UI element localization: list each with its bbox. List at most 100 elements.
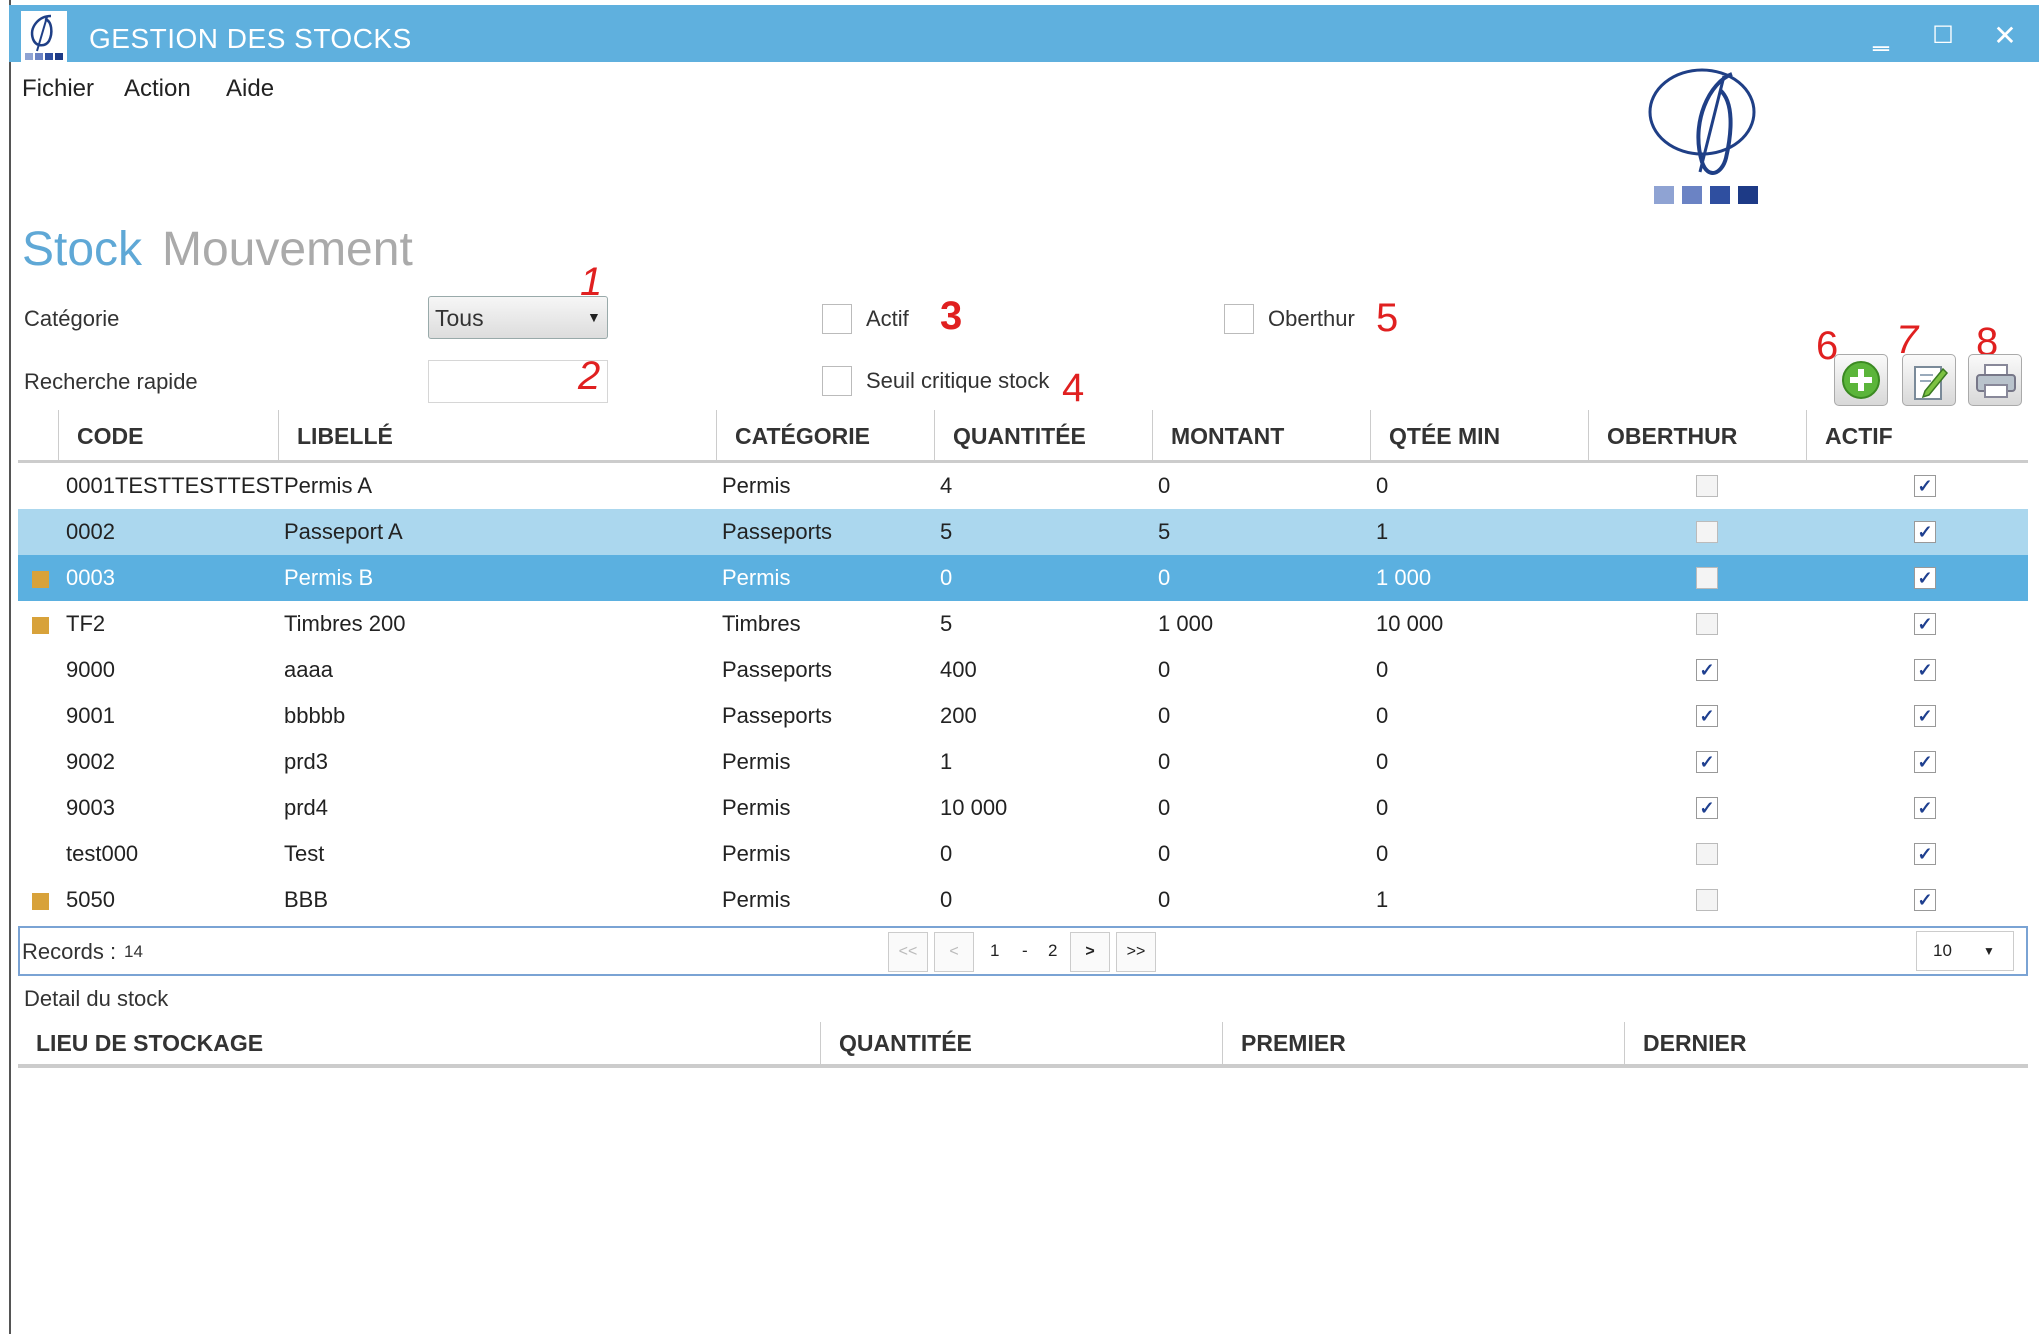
- oberthur-label: Oberthur: [1268, 306, 1355, 331]
- detail-col-premier[interactable]: PREMIER: [1222, 1022, 1624, 1064]
- oberthur-row-checkbox[interactable]: ✓: [1696, 659, 1718, 681]
- app-icon: [21, 11, 67, 63]
- cell-montant: 5: [1158, 519, 1171, 544]
- actif-row-checkbox[interactable]: ✓: [1914, 475, 1936, 497]
- detail-col-lieu[interactable]: LIEU DE STOCKAGE: [18, 1022, 820, 1064]
- oberthur-row-checkbox[interactable]: [1696, 889, 1718, 911]
- tab-mouvement[interactable]: Mouvement: [162, 222, 413, 277]
- row-status-marker: [32, 571, 49, 588]
- table-row[interactable]: test000 Test Permis 0 0 0 ✓: [18, 831, 2028, 877]
- cell-quantite: 400: [940, 657, 977, 682]
- cell-qtee-min: 0: [1376, 795, 1389, 820]
- actif-row-checkbox[interactable]: ✓: [1914, 659, 1936, 681]
- col-header-code[interactable]: CODE: [58, 410, 278, 460]
- cell-code: 9003: [66, 795, 115, 820]
- cell-categorie: Permis: [722, 795, 791, 820]
- table-row[interactable]: 9001 bbbbb Passeports 200 0 0 ✓ ✓: [18, 693, 2028, 739]
- annotation-5: 5: [1376, 296, 1399, 340]
- cell-code: 0002: [66, 519, 115, 544]
- menu-fichier[interactable]: Fichier: [22, 75, 94, 103]
- actif-row-checkbox[interactable]: ✓: [1914, 797, 1936, 819]
- actif-checkbox[interactable]: [822, 304, 852, 334]
- cell-quantite: 0: [940, 565, 953, 590]
- seuil-critique-checkbox[interactable]: [822, 366, 852, 396]
- oberthur-row-checkbox[interactable]: ✓: [1696, 797, 1718, 819]
- col-header-oberthur[interactable]: OBERTHUR: [1588, 410, 1806, 460]
- cell-montant: 0: [1158, 749, 1171, 774]
- pager-bar: Records : 14 << < 1 - 2 > >> 10 ▼: [18, 926, 2028, 976]
- col-header-actif[interactable]: ACTIF: [1806, 410, 2028, 460]
- page-size-value: 10: [1933, 941, 1952, 960]
- table-row[interactable]: 0002 Passeport A Passeports 5 5 1 ✓: [18, 509, 2028, 555]
- cell-quantite: 4: [940, 473, 953, 498]
- oberthur-checkbox[interactable]: [1224, 304, 1254, 334]
- cell-categorie: Permis: [722, 887, 791, 912]
- page-total[interactable]: 2: [1048, 941, 1057, 961]
- edit-button[interactable]: [1902, 354, 1956, 406]
- prev-page-button[interactable]: <: [934, 932, 974, 972]
- col-header-montant[interactable]: MONTANT: [1152, 410, 1370, 460]
- cell-qtee-min: 0: [1376, 473, 1389, 498]
- actif-row-checkbox[interactable]: ✓: [1914, 521, 1936, 543]
- oberthur-row-checkbox[interactable]: [1696, 613, 1718, 635]
- minimize-button[interactable]: ‗: [1861, 19, 1901, 53]
- tab-stock[interactable]: Stock: [22, 222, 142, 277]
- col-header-quantite[interactable]: QUANTITÉE: [934, 410, 1152, 460]
- cell-libelle: Test: [284, 841, 325, 866]
- cell-qtee-min: 0: [1376, 703, 1389, 728]
- first-page-button[interactable]: <<: [888, 932, 928, 972]
- col-header-categorie[interactable]: CATÉGORIE: [716, 410, 934, 460]
- cell-qtee-min: 1: [1376, 519, 1389, 544]
- col-header-libelle[interactable]: LIBELLÉ: [278, 410, 716, 460]
- cell-qtee-min: 1 000: [1376, 565, 1432, 590]
- annotation-2: 2: [578, 354, 601, 398]
- oberthur-row-checkbox[interactable]: [1696, 843, 1718, 865]
- table-row[interactable]: 9000 aaaa Passeports 400 0 0 ✓ ✓: [18, 647, 2028, 693]
- cell-qtee-min: 0: [1376, 749, 1389, 774]
- col-header-qtee-min[interactable]: QTÉE MIN: [1370, 410, 1588, 460]
- page-current[interactable]: 1: [990, 941, 999, 961]
- cell-code: test000: [66, 841, 139, 866]
- maximize-button[interactable]: ☐: [1923, 19, 1963, 53]
- table-row[interactable]: TF2 Timbres 200 Timbres 5 1 000 10 000 ✓: [18, 601, 2028, 647]
- cell-categorie: Timbres: [722, 611, 801, 636]
- detail-title: Detail du stock: [24, 986, 169, 1011]
- detail-col-quantite[interactable]: QUANTITÉE: [820, 1022, 1222, 1064]
- cell-code: 9002: [66, 749, 115, 774]
- cell-qtee-min: 0: [1376, 657, 1389, 682]
- actif-row-checkbox[interactable]: ✓: [1914, 705, 1936, 727]
- actif-row-checkbox[interactable]: ✓: [1914, 567, 1936, 589]
- table-row[interactable]: 0003 Permis B Permis 0 0 1 000 ✓: [18, 555, 2028, 601]
- cell-montant: 0: [1158, 841, 1171, 866]
- actif-row-checkbox[interactable]: ✓: [1914, 843, 1936, 865]
- oberthur-row-checkbox[interactable]: [1696, 475, 1718, 497]
- oberthur-row-checkbox[interactable]: ✓: [1696, 751, 1718, 773]
- close-button[interactable]: ✕: [1985, 19, 2025, 53]
- menu-aide[interactable]: Aide: [226, 75, 274, 103]
- print-button[interactable]: [1968, 354, 2022, 406]
- oberthur-row-checkbox[interactable]: ✓: [1696, 705, 1718, 727]
- table-row[interactable]: 0001TESTTESTTEST Permis A Permis 4 0 0 ✓: [18, 463, 2028, 509]
- minimize-icon: ‗: [1873, 20, 1889, 51]
- add-button[interactable]: [1834, 354, 1888, 406]
- oberthur-row-checkbox[interactable]: [1696, 567, 1718, 589]
- next-page-button[interactable]: >: [1070, 932, 1110, 972]
- page-size-select[interactable]: 10 ▼: [1916, 931, 2014, 971]
- menu-action[interactable]: Action: [124, 75, 191, 103]
- cell-quantite: 0: [940, 887, 953, 912]
- cell-categorie: Permis: [722, 841, 791, 866]
- print-icon: [1976, 364, 2016, 398]
- actif-row-checkbox[interactable]: ✓: [1914, 889, 1936, 911]
- table-row[interactable]: 9003 prd4 Permis 10 000 0 0 ✓ ✓: [18, 785, 2028, 831]
- cell-code: 9001: [66, 703, 115, 728]
- actif-row-checkbox[interactable]: ✓: [1914, 613, 1936, 635]
- last-page-button[interactable]: >>: [1116, 932, 1156, 972]
- table-row[interactable]: 5050 BBB Permis 0 0 1 ✓: [18, 877, 2028, 923]
- detail-col-dernier[interactable]: DERNIER: [1624, 1022, 2028, 1064]
- oberthur-row-checkbox[interactable]: [1696, 521, 1718, 543]
- actif-row-checkbox[interactable]: ✓: [1914, 751, 1936, 773]
- title-bar: GESTION DES STOCKS ‗ ☐ ✕: [9, 5, 2039, 63]
- recherche-label: Recherche rapide: [24, 369, 198, 394]
- cell-libelle: Timbres 200: [284, 611, 406, 636]
- table-row[interactable]: 9002 prd3 Permis 1 0 0 ✓ ✓: [18, 739, 2028, 785]
